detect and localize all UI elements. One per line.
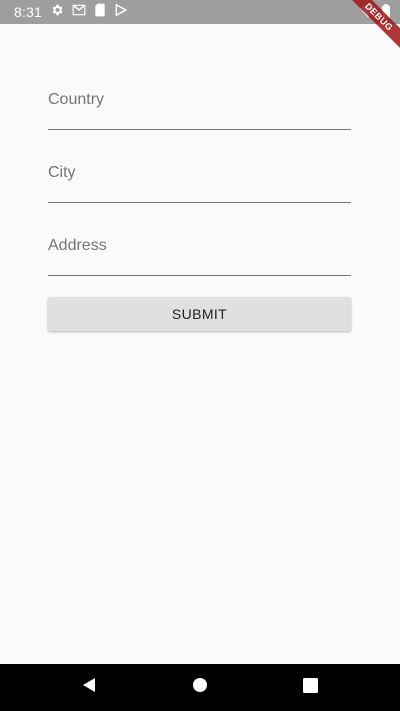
address-field[interactable]: Address — [48, 218, 351, 276]
address-underline — [48, 275, 351, 276]
gmail-icon — [72, 4, 86, 16]
recent-apps-button[interactable] — [286, 664, 334, 711]
country-input[interactable] — [48, 72, 351, 128]
wifi-icon — [360, 4, 376, 18]
city-underline — [48, 202, 351, 203]
city-input[interactable] — [48, 145, 351, 201]
play-store-icon — [114, 3, 128, 17]
back-button[interactable] — [65, 664, 113, 711]
notification-icons — [50, 3, 128, 17]
home-icon — [192, 677, 208, 698]
home-button[interactable] — [176, 664, 224, 711]
country-field[interactable]: Country — [48, 72, 351, 130]
settings-icon — [50, 3, 64, 17]
address-form: Country City Address — [48, 72, 351, 291]
submit-button[interactable]: SUBMIT — [48, 297, 351, 331]
sd-card-icon — [94, 3, 106, 17]
address-input[interactable] — [48, 218, 351, 274]
app-screen: 8:31 DEBUG Country City Address SUBMIT — [0, 0, 400, 711]
status-time: 8:31 — [14, 4, 43, 20]
system-icons — [360, 4, 390, 18]
country-underline — [48, 129, 351, 130]
back-icon — [81, 677, 97, 698]
navigation-bar — [0, 664, 400, 711]
recent-apps-icon — [302, 677, 318, 698]
battery-icon — [382, 4, 390, 18]
city-field[interactable]: City — [48, 145, 351, 203]
status-bar: 8:31 — [0, 0, 400, 24]
